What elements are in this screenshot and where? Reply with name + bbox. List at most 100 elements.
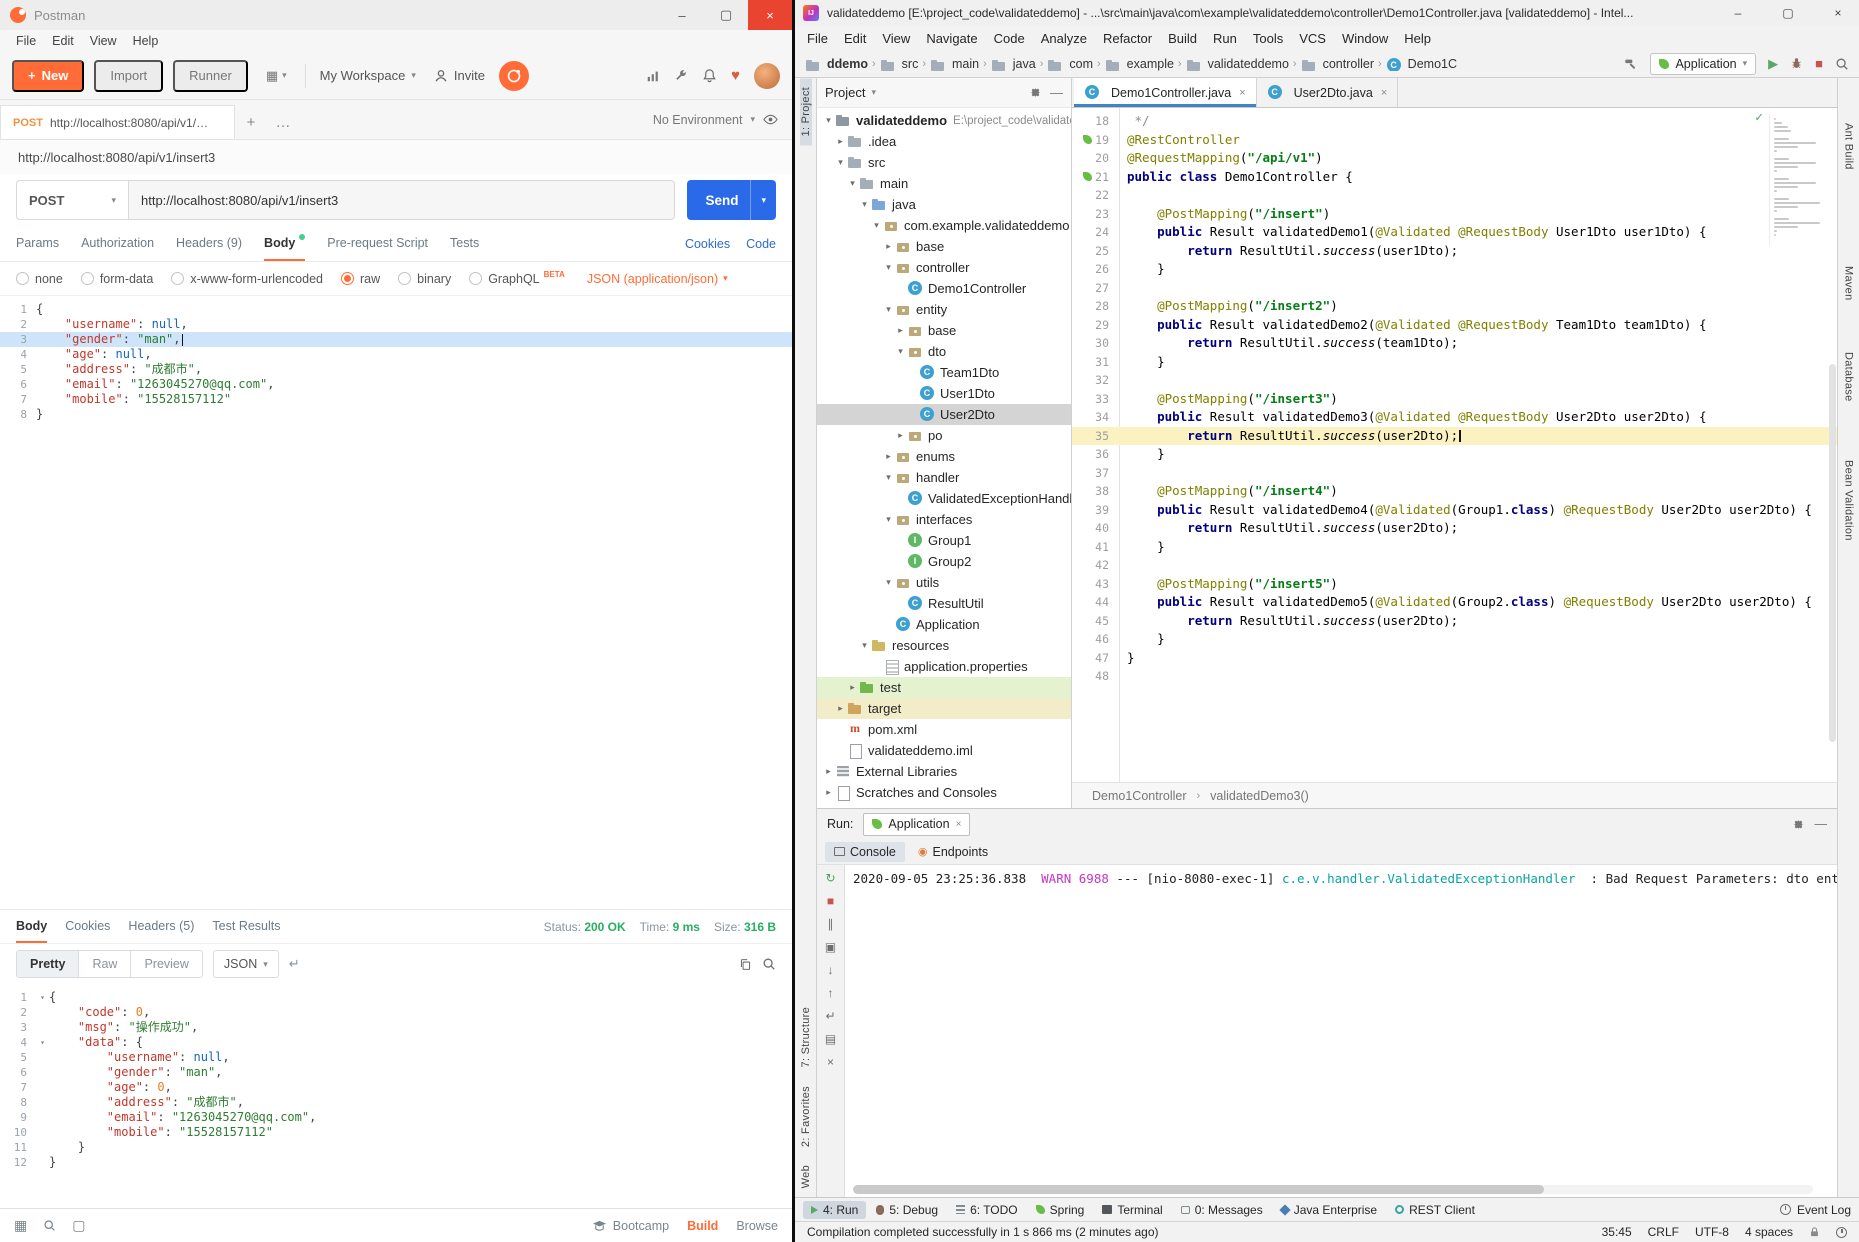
tree-item-interfaces[interactable]: ▾ interfaces [817,509,1071,530]
toolwindow-button-2-favorites[interactable]: 2: Favorites [800,1077,812,1156]
code-line-37[interactable]: 37 [1072,464,1837,483]
code-line-31[interactable]: 31 } [1072,353,1837,372]
code-line-28[interactable]: 28 @PostMapping("/insert2") [1072,297,1837,316]
tree-item-target[interactable]: ▸ target [817,698,1071,719]
nav-crumb-com[interactable]: com [1047,57,1093,71]
runner-button[interactable]: Runner [173,59,248,92]
nav-crumb-example[interactable]: example [1105,57,1174,71]
tree-item-idea[interactable]: ▸ .idea [817,131,1071,152]
request-body-editor[interactable]: 1{2 "username": null, 3 "gender": "man", 4… [0,296,792,910]
json-line-6[interactable]: 6 "gender": "man", [0,1065,792,1080]
tree-item-handler[interactable]: ▾ handler [817,467,1071,488]
json-line-1[interactable]: 1 ▾{ [0,990,792,1005]
toolwindow-button-1-project[interactable]: 1: Project [799,78,812,146]
scrollbar-thumb[interactable] [853,1185,1545,1194]
avatar[interactable] [754,62,780,89]
new-button[interactable]: + New [12,59,85,92]
tree-item-validateddemo-iml[interactable]: validateddemo.iml [817,740,1071,761]
tree-item-team1dto[interactable]: Team1Dto [817,362,1071,383]
request-tab-tests[interactable]: Tests [450,226,479,261]
tree-item-group1[interactable]: Group1 [817,530,1071,551]
tab-options-button[interactable]: … [267,105,299,139]
request-tab-authorization[interactable]: Authorization [81,226,154,261]
tree-item-main[interactable]: ▾ main [817,173,1071,194]
toolwindow-5-debug[interactable]: 5: Debug [868,1201,946,1219]
tree-item-com-example-validateddemo[interactable]: ▾ com.example.validateddemo [817,215,1071,236]
response-body-editor[interactable]: 1 ▾{2 "code": 0, 3 "msg": "操作成功", 4 ▾ "data"… [0,984,792,1208]
json-line-5[interactable]: 5 "address": "成都市", [0,362,792,377]
request-tab-body[interactable]: Body [264,226,306,261]
response-view-preview[interactable]: Preview [131,951,201,977]
ij-menu-tools[interactable]: Tools [1245,31,1291,46]
pm-menu-help[interactable]: Help [125,34,167,48]
ij-menu-refactor[interactable]: Refactor [1095,31,1160,46]
ij-menu-vcs[interactable]: VCS [1291,31,1334,46]
close-icon[interactable]: × [1239,87,1245,99]
toolwindow-spring[interactable]: Spring [1028,1201,1093,1219]
maximize-button[interactable]: ▢ [704,0,748,30]
indent-setting[interactable]: 4 spaces [1745,1225,1793,1239]
code-line-26[interactable]: 26 } [1072,260,1837,279]
json-line-3[interactable]: 3 "msg": "操作成功", [0,1020,792,1035]
code-line-36[interactable]: 36 } [1072,445,1837,464]
tree-item-application[interactable]: Application [817,614,1071,635]
request-tab-params[interactable]: Params [16,226,59,261]
interceptor-wrench-icon[interactable] [674,69,688,83]
bell-icon[interactable] [702,68,717,83]
heart-icon[interactable]: ♥ [731,67,740,84]
code-line-42[interactable]: 42 [1072,556,1837,575]
scroll-down-icon[interactable]: ↓ [828,963,834,977]
code-line-43[interactable]: 43 @PostMapping("/insert5") [1072,575,1837,594]
code-line-39[interactable]: 39 public Result validatedDemo4(@Validat… [1072,501,1837,520]
search-footer-button[interactable] [43,1219,56,1232]
spring-bean-icon[interactable] [1083,172,1093,182]
soft-wrap-icon[interactable]: ↵ [825,1009,835,1023]
stop-button[interactable]: ■ [1815,56,1823,71]
toolwindow-button-7-structure[interactable]: 7: Structure [800,998,812,1076]
breadcrumb-demo1controller[interactable]: Demo1Controller [1088,789,1190,803]
toolwindow-button-maven[interactable]: Maven [1843,257,1855,310]
ij-menu-file[interactable]: File [799,31,836,46]
request-tab-open[interactable]: POST http://localhost:8080/api/v1/in... [0,105,235,139]
tree-item-enums[interactable]: ▸ enums [817,446,1071,467]
capture-signal-icon[interactable] [646,69,660,83]
body-mode-form-data[interactable]: form-data [80,272,153,286]
run-button[interactable]: ▶ [1768,56,1778,72]
pause-output-icon[interactable]: ∥ [828,917,834,931]
code-line-35[interactable]: 35 return ResultUtil.success(user2Dto); [1072,426,1837,445]
json-line-11[interactable]: 11 } [0,1140,792,1155]
body-mode-none[interactable]: none [16,272,63,286]
run-configuration-selector[interactable]: Application ▾ [1650,52,1757,75]
new-tab-button[interactable]: + [235,105,267,139]
json-line-2[interactable]: 2 "username": null, [0,317,792,332]
nav-crumb-java[interactable]: java [991,57,1036,71]
json-line-2[interactable]: 2 "code": 0, [0,1005,792,1020]
rerun-icon[interactable]: ↻ [825,871,835,885]
print-icon[interactable]: ▤ [825,1032,836,1046]
json-line-9[interactable]: 9 "email": "1263045270@qq.com", [0,1110,792,1125]
code-line-30[interactable]: 30 return ResultUtil.success(team1Dto); [1072,334,1837,353]
toolwindow-rest-client[interactable]: REST Client [1387,1201,1483,1219]
tree-item-entity[interactable]: ▾ entity [817,299,1071,320]
build-button[interactable]: Build [687,1219,718,1233]
code-editor[interactable]: 18 */19 @RestController 20 @RequestMapping(… [1072,108,1837,782]
search-response-button[interactable] [762,957,776,971]
tree-item-user1dto[interactable]: User1Dto [817,383,1071,404]
code-line-40[interactable]: 40 return ResultUtil.success(user2Dto); [1072,519,1837,538]
clear-all-icon[interactable]: × [827,1055,834,1069]
settings-gear-icon[interactable] [1029,86,1042,99]
environment-selector[interactable]: No Environment ▾ [639,100,792,139]
nav-crumb-src[interactable]: src [880,57,918,71]
lock-icon[interactable] [1809,1226,1820,1238]
json-line-1[interactable]: 1{ [0,302,792,317]
nav-crumb-validateddemo[interactable]: validateddemo [1186,57,1289,71]
json-line-8[interactable]: 8} [0,407,792,422]
json-line-10[interactable]: 10 "mobile": "15528157112" [0,1125,792,1140]
build-hammer-icon[interactable] [1624,57,1638,71]
code-line-32[interactable]: 32 [1072,371,1837,390]
tree-item-src[interactable]: ▾ src [817,152,1071,173]
ij-menu-help[interactable]: Help [1396,31,1439,46]
run-view-tab-endpoints[interactable]: ◉ Endpoints [909,842,997,862]
code-line-38[interactable]: 38 @PostMapping("/insert4") [1072,482,1837,501]
json-line-4[interactable]: 4 ▾ "data": { [0,1035,792,1050]
